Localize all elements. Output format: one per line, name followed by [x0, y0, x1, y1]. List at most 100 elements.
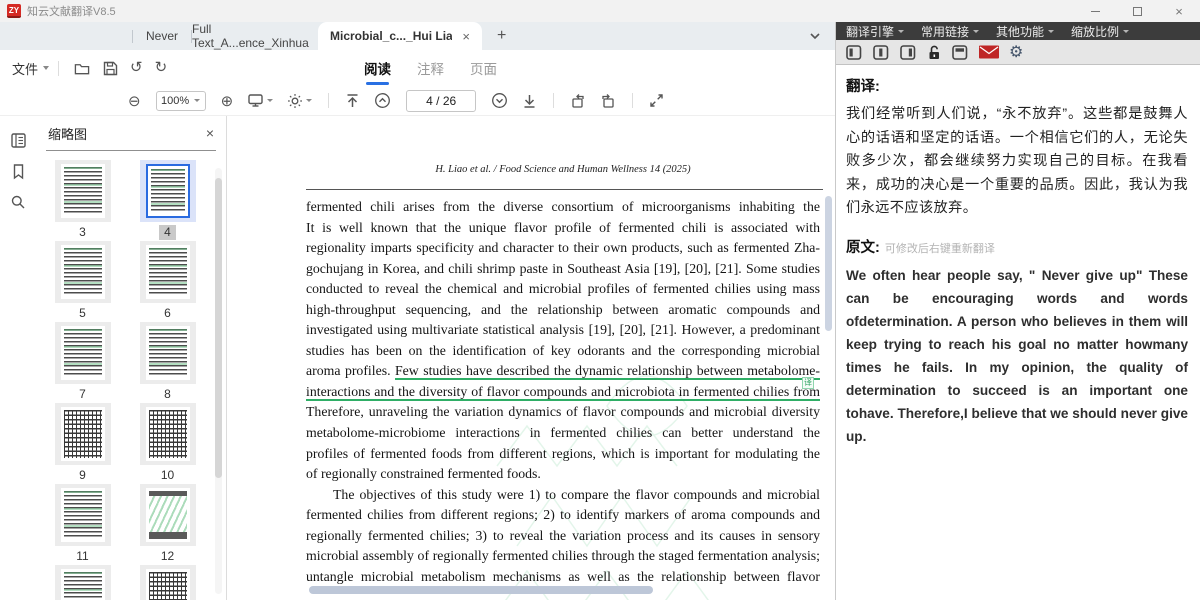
- tab-page[interactable]: 页面: [468, 50, 499, 86]
- thumbnail-page-number: 5: [74, 306, 91, 321]
- tab-read[interactable]: 阅读: [362, 50, 393, 86]
- go-to-bottom-button[interactable]: [522, 93, 537, 109]
- page-preview: [146, 245, 190, 299]
- sidebar-icon-strip: [0, 116, 36, 600]
- thumbnail-page-11[interactable]: 11: [40, 484, 125, 565]
- menu-zoom-ratio[interactable]: 缩放比例: [1071, 23, 1129, 40]
- page-preview: [146, 569, 190, 600]
- thumbnails-panel-button[interactable]: [10, 132, 27, 149]
- pdf-text: fermented chili arises from the diverse …: [306, 197, 820, 587]
- new-tab-button[interactable]: +: [482, 27, 521, 45]
- maximize-button[interactable]: [1116, 0, 1158, 22]
- settings-button[interactable]: ⚙: [1009, 44, 1023, 61]
- thumbnail-page-10[interactable]: 10: [125, 403, 210, 484]
- zoom-in-button[interactable]: ⊕: [221, 92, 234, 110]
- open-file-button[interactable]: [74, 60, 90, 76]
- fullscreen-button[interactable]: [649, 93, 664, 108]
- thumbnail-page-6[interactable]: 6: [125, 241, 210, 322]
- layout-left-button[interactable]: [845, 44, 863, 61]
- thumbnail-page-14[interactable]: 14: [125, 565, 210, 600]
- highlighted-sentence[interactable]: interactions and the diversity of flavor…: [306, 382, 820, 403]
- thumbnail-page-5[interactable]: 5: [40, 241, 125, 322]
- translation-text[interactable]: 我们经常听到人们说，“永不放弃”。这些都是鼓舞人心的话语和坚定的话语。一个相信它…: [846, 103, 1188, 221]
- divider: [632, 93, 633, 108]
- tab-never[interactable]: Never: [133, 22, 191, 50]
- thumbnail-page-number: 8: [159, 387, 176, 402]
- translation-annotation-badge[interactable]: 译: [802, 377, 814, 389]
- page-preview: [61, 569, 105, 600]
- panel-close-icon[interactable]: ×: [206, 125, 214, 141]
- thumbnail-preview: [140, 160, 196, 222]
- brightness-button[interactable]: [287, 93, 312, 109]
- layout-middle-button[interactable]: [872, 44, 890, 61]
- bookmark-icon: [11, 163, 26, 180]
- thumbnail-scrollbar[interactable]: [215, 168, 222, 594]
- pdf-vertical-scrollbar-thumb[interactable]: [825, 196, 832, 331]
- bookmarks-panel-button[interactable]: [11, 163, 26, 180]
- thumbnail-page-3[interactable]: 3: [40, 160, 125, 241]
- close-button[interactable]: ×: [1158, 0, 1200, 22]
- save-button[interactable]: [102, 60, 118, 76]
- tab-overflow-button[interactable]: [809, 32, 821, 40]
- thumbnail-preview: [140, 484, 196, 546]
- tab-microbial-active[interactable]: Microbial_c..._Hui Liao * ×: [318, 22, 482, 50]
- maximize-icon: [1133, 7, 1142, 16]
- menu-label: 翻译引擎: [846, 23, 894, 40]
- email-button[interactable]: [978, 44, 1000, 60]
- thumbnail-page-13[interactable]: 13: [40, 565, 125, 600]
- minimize-button[interactable]: [1074, 0, 1116, 22]
- layout-split-button[interactable]: [951, 44, 969, 61]
- previous-page-button[interactable]: [374, 92, 391, 109]
- thumbnail-page-7[interactable]: 7: [40, 322, 125, 403]
- undo-button[interactable]: ↺: [130, 60, 143, 76]
- chevron-down-icon: [1048, 30, 1054, 33]
- menu-common-links[interactable]: 常用链接: [921, 23, 979, 40]
- thumbnail-page-8[interactable]: 8: [125, 322, 210, 403]
- thumbnail-page-9[interactable]: 9: [40, 403, 125, 484]
- lock-button[interactable]: [926, 44, 942, 61]
- arrow-to-top-icon: [345, 93, 360, 109]
- pdf-text-line: of regionally constrained fermented food…: [306, 464, 820, 485]
- page-display-mode-button[interactable]: [247, 93, 273, 108]
- chevron-down-icon: [267, 99, 273, 102]
- thumbnail-preview: [55, 565, 111, 600]
- translation-label: 翻译:: [846, 75, 880, 96]
- pdf-text-line: investigated using multivariate statisti…: [306, 320, 820, 341]
- zoom-level-select[interactable]: 100%: [156, 91, 206, 111]
- tab-label: Microbial_c..._Hui Liao *: [330, 29, 452, 43]
- translation-panel: 翻译引擎 常用链接 其他功能 缩放比例 ⚙ 翻译: 我们经常听到人们说，“永不放…: [835, 22, 1200, 600]
- source-text[interactable]: We often hear people say, " Never give u…: [846, 264, 1188, 448]
- pdf-viewer: H. Liao et al. / Food Science and Human …: [227, 116, 835, 600]
- divider: [328, 93, 329, 108]
- translation-menubar: 翻译引擎 常用链接 其他功能 缩放比例: [836, 22, 1200, 40]
- search-panel-button[interactable]: [10, 194, 26, 210]
- thumbnail-page-12[interactable]: 12: [125, 484, 210, 565]
- redo-icon: ↻: [155, 59, 168, 76]
- gear-icon: ⚙: [1009, 44, 1023, 61]
- redo-button[interactable]: ↻: [155, 60, 168, 76]
- divider: [46, 150, 216, 151]
- zoom-out-button[interactable]: ⊖: [128, 92, 141, 110]
- pdf-text-line: regionality imparts specificity and char…: [306, 238, 820, 259]
- monitor-icon: [247, 93, 264, 108]
- chevron-down-icon: [809, 32, 821, 40]
- envelope-icon: [978, 44, 1000, 60]
- menu-other-functions[interactable]: 其他功能: [996, 23, 1054, 40]
- rotate-left-button[interactable]: [570, 93, 586, 109]
- scrollbar-thumb[interactable]: [215, 178, 222, 478]
- page-number-input[interactable]: 4 / 26: [406, 90, 476, 112]
- next-page-button[interactable]: [491, 92, 508, 109]
- go-to-top-button[interactable]: [345, 93, 360, 109]
- tab-fulltext[interactable]: Full Text_A...ence_Xinhua: [192, 22, 318, 50]
- tab-close-icon[interactable]: ×: [462, 29, 470, 44]
- tab-annotate[interactable]: 注释: [415, 50, 446, 86]
- file-menu[interactable]: 文件: [12, 59, 49, 78]
- thumbnail-page-4[interactable]: 4: [125, 160, 210, 241]
- layout-right-button[interactable]: [899, 44, 917, 61]
- tab-label: Never: [146, 29, 178, 43]
- rotate-right-button[interactable]: [600, 93, 616, 109]
- menu-translation-engine[interactable]: 翻译引擎: [846, 23, 904, 40]
- pdf-horizontal-scrollbar-thumb[interactable]: [309, 586, 653, 594]
- expand-icon: [649, 93, 664, 108]
- layout-left-icon: [845, 44, 863, 61]
